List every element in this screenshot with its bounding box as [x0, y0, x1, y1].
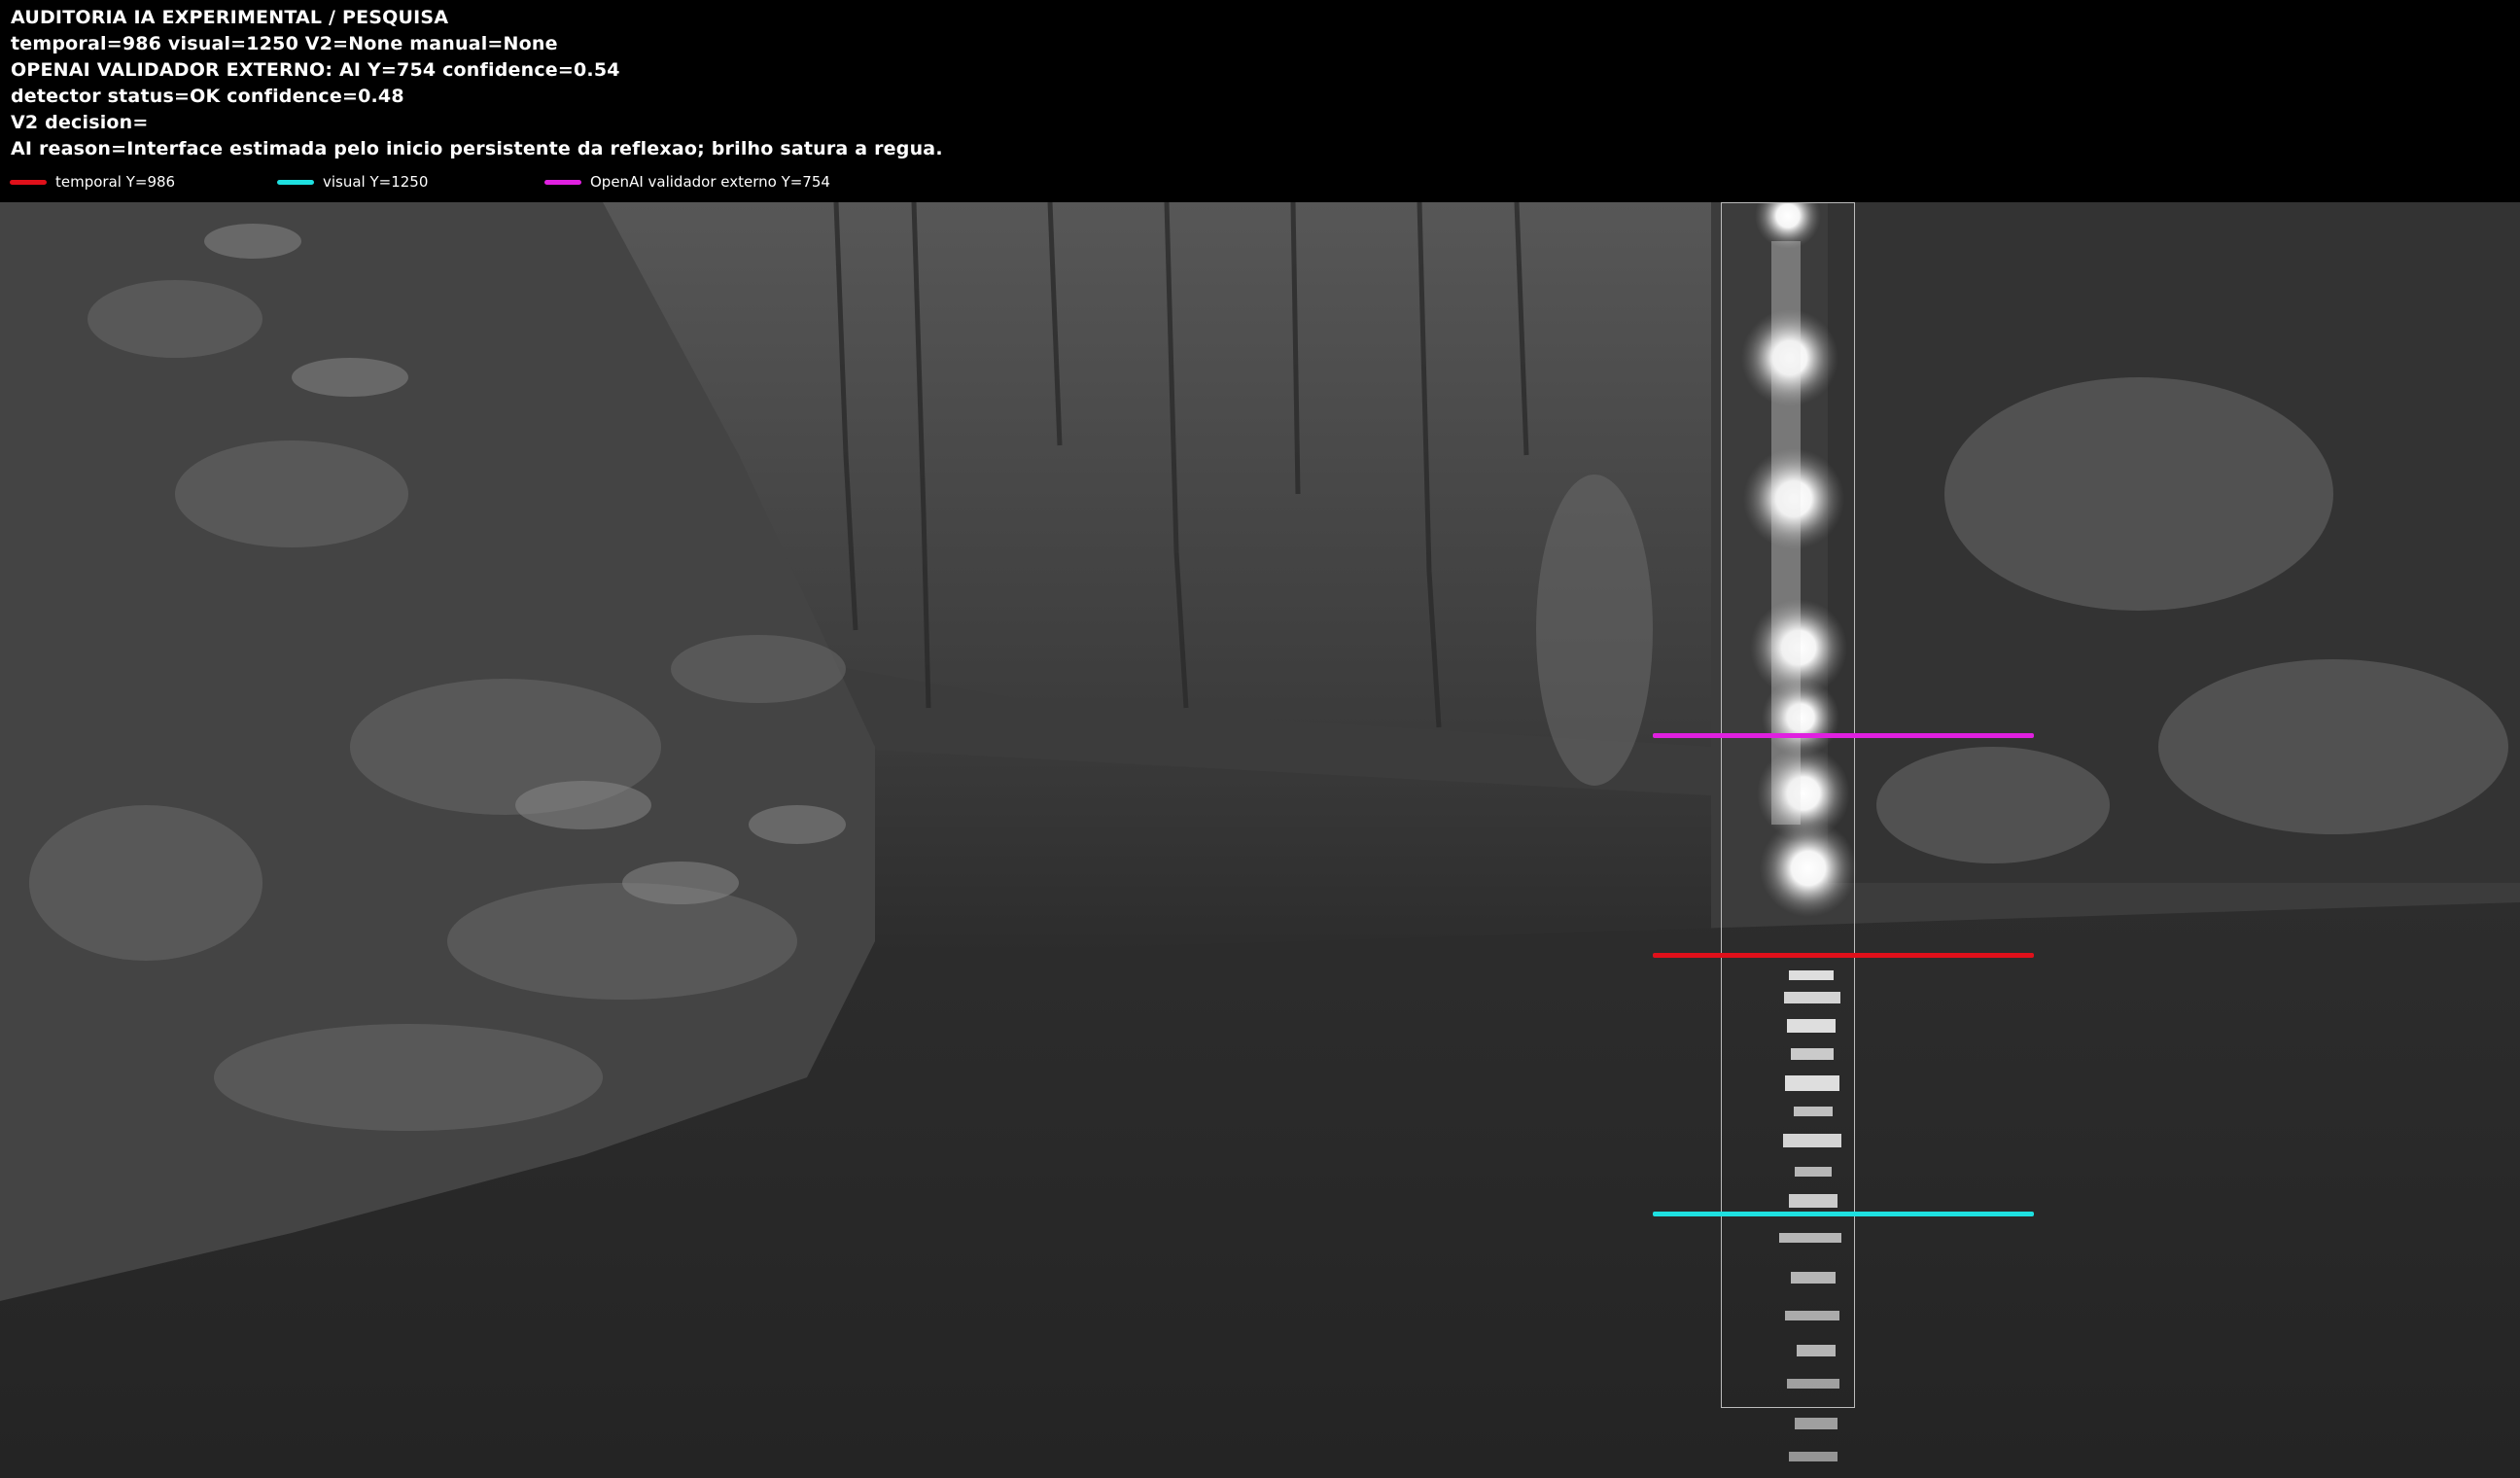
detector-status-line: detector status=OK confidence=0.48 [11, 86, 404, 107]
audit-title: AUDITORIA IA EXPERIMENTAL / PESQUISA [11, 7, 449, 28]
v2-decision-line: V2 decision= [11, 112, 149, 133]
legend-visual: visual Y=1250 [277, 171, 428, 193]
visual-detection-line [1653, 1212, 2034, 1216]
detection-values: temporal=986 visual=1250 V2=None manual=… [11, 33, 558, 54]
legend-temporal: temporal Y=986 [10, 171, 175, 193]
ai-reason-line: AI reason=Interface estimada pelo inicio… [11, 138, 943, 159]
camera-image [0, 202, 2520, 1478]
camera-frame: AUDITORIA IA EXPERIMENTAL / PESQUISA tem… [0, 0, 2520, 1478]
legend-swatch-temporal [10, 179, 47, 185]
openai-detection-line [1653, 733, 2034, 738]
legend-label-temporal: temporal Y=986 [55, 173, 176, 191]
legend-label-visual: visual Y=1250 [323, 173, 429, 191]
legend-label-openai: OpenAI validador externo Y=754 [590, 173, 830, 191]
temporal-detection-line [1653, 953, 2034, 958]
audit-header: AUDITORIA IA EXPERIMENTAL / PESQUISA tem… [0, 0, 2520, 202]
gauge-roi-box [1721, 202, 1855, 1408]
legend-openai: OpenAI validador externo Y=754 [544, 171, 830, 193]
openai-validator-line: OPENAI VALIDADOR EXTERNO: AI Y=754 confi… [11, 59, 620, 81]
legend-swatch-openai [544, 179, 581, 185]
legend-swatch-visual [277, 179, 314, 185]
